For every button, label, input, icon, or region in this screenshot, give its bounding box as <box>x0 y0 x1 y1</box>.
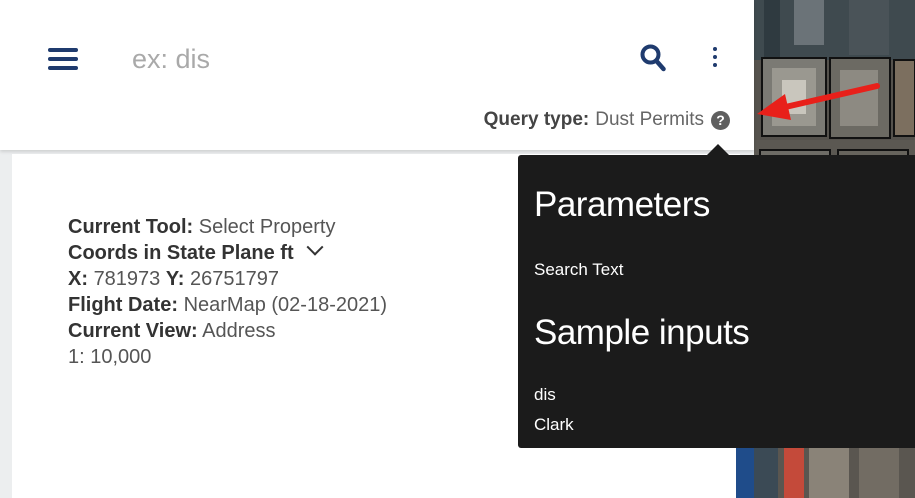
coords-label: Coords in <box>68 242 162 264</box>
flight-date-row: Flight Date: NearMap (02-18-2021) <box>68 292 387 318</box>
query-help-tooltip: Parameters Search Text Sample inputs dis… <box>518 155 915 448</box>
current-tool-value: Select Property <box>198 216 336 238</box>
help-icon[interactable]: ? <box>711 110 730 130</box>
current-view-label: Current View: <box>68 320 198 342</box>
more-options-icon[interactable] <box>712 47 718 67</box>
current-view-value: Address <box>202 320 276 342</box>
current-tool-label: Current Tool: <box>68 216 194 238</box>
parameters-heading: Parameters <box>534 185 710 224</box>
search-icon[interactable] <box>640 44 666 72</box>
current-view-row: Current View: Address <box>68 318 387 344</box>
sample-input-item: dis <box>534 385 556 404</box>
chevron-down-icon[interactable] <box>306 238 324 256</box>
app-stage: Query type: Dust Permits ? Current Tool:… <box>0 0 915 498</box>
x-label: X: <box>68 268 88 290</box>
parameter-item: Search Text <box>534 260 624 279</box>
query-type-label: Query type: <box>483 109 590 130</box>
current-tool-row: Current Tool: Select Property <box>68 214 387 240</box>
flight-date-value: NearMap (02-18-2021) <box>183 294 387 316</box>
sample-input-item: Clark <box>534 415 574 434</box>
flight-date-label: Flight Date: <box>68 294 178 316</box>
coords-system-row[interactable]: Coords in State Plane ft <box>68 238 387 266</box>
query-type-value: Dust Permits <box>595 109 704 130</box>
query-type-indicator: Query type: Dust Permits ? <box>484 108 730 132</box>
map-info-lines: Current Tool: Select Property Coords in … <box>68 214 387 370</box>
y-value: 26751797 <box>189 268 279 290</box>
coords-system-select[interactable]: State Plane ft <box>167 242 294 264</box>
hamburger-menu-icon[interactable] <box>48 48 78 70</box>
coordinates-row: X: 781973 Y: 26751797 <box>68 266 387 292</box>
search-input[interactable] <box>132 38 612 80</box>
search-panel: Query type: Dust Permits ? <box>0 0 754 150</box>
x-value: 781973 <box>93 268 161 290</box>
sample-inputs-heading: Sample inputs <box>534 313 750 352</box>
map-scale: 1: 10,000 <box>68 346 152 368</box>
annotation-arrow-icon <box>757 83 880 120</box>
y-label: Y: <box>165 268 185 290</box>
